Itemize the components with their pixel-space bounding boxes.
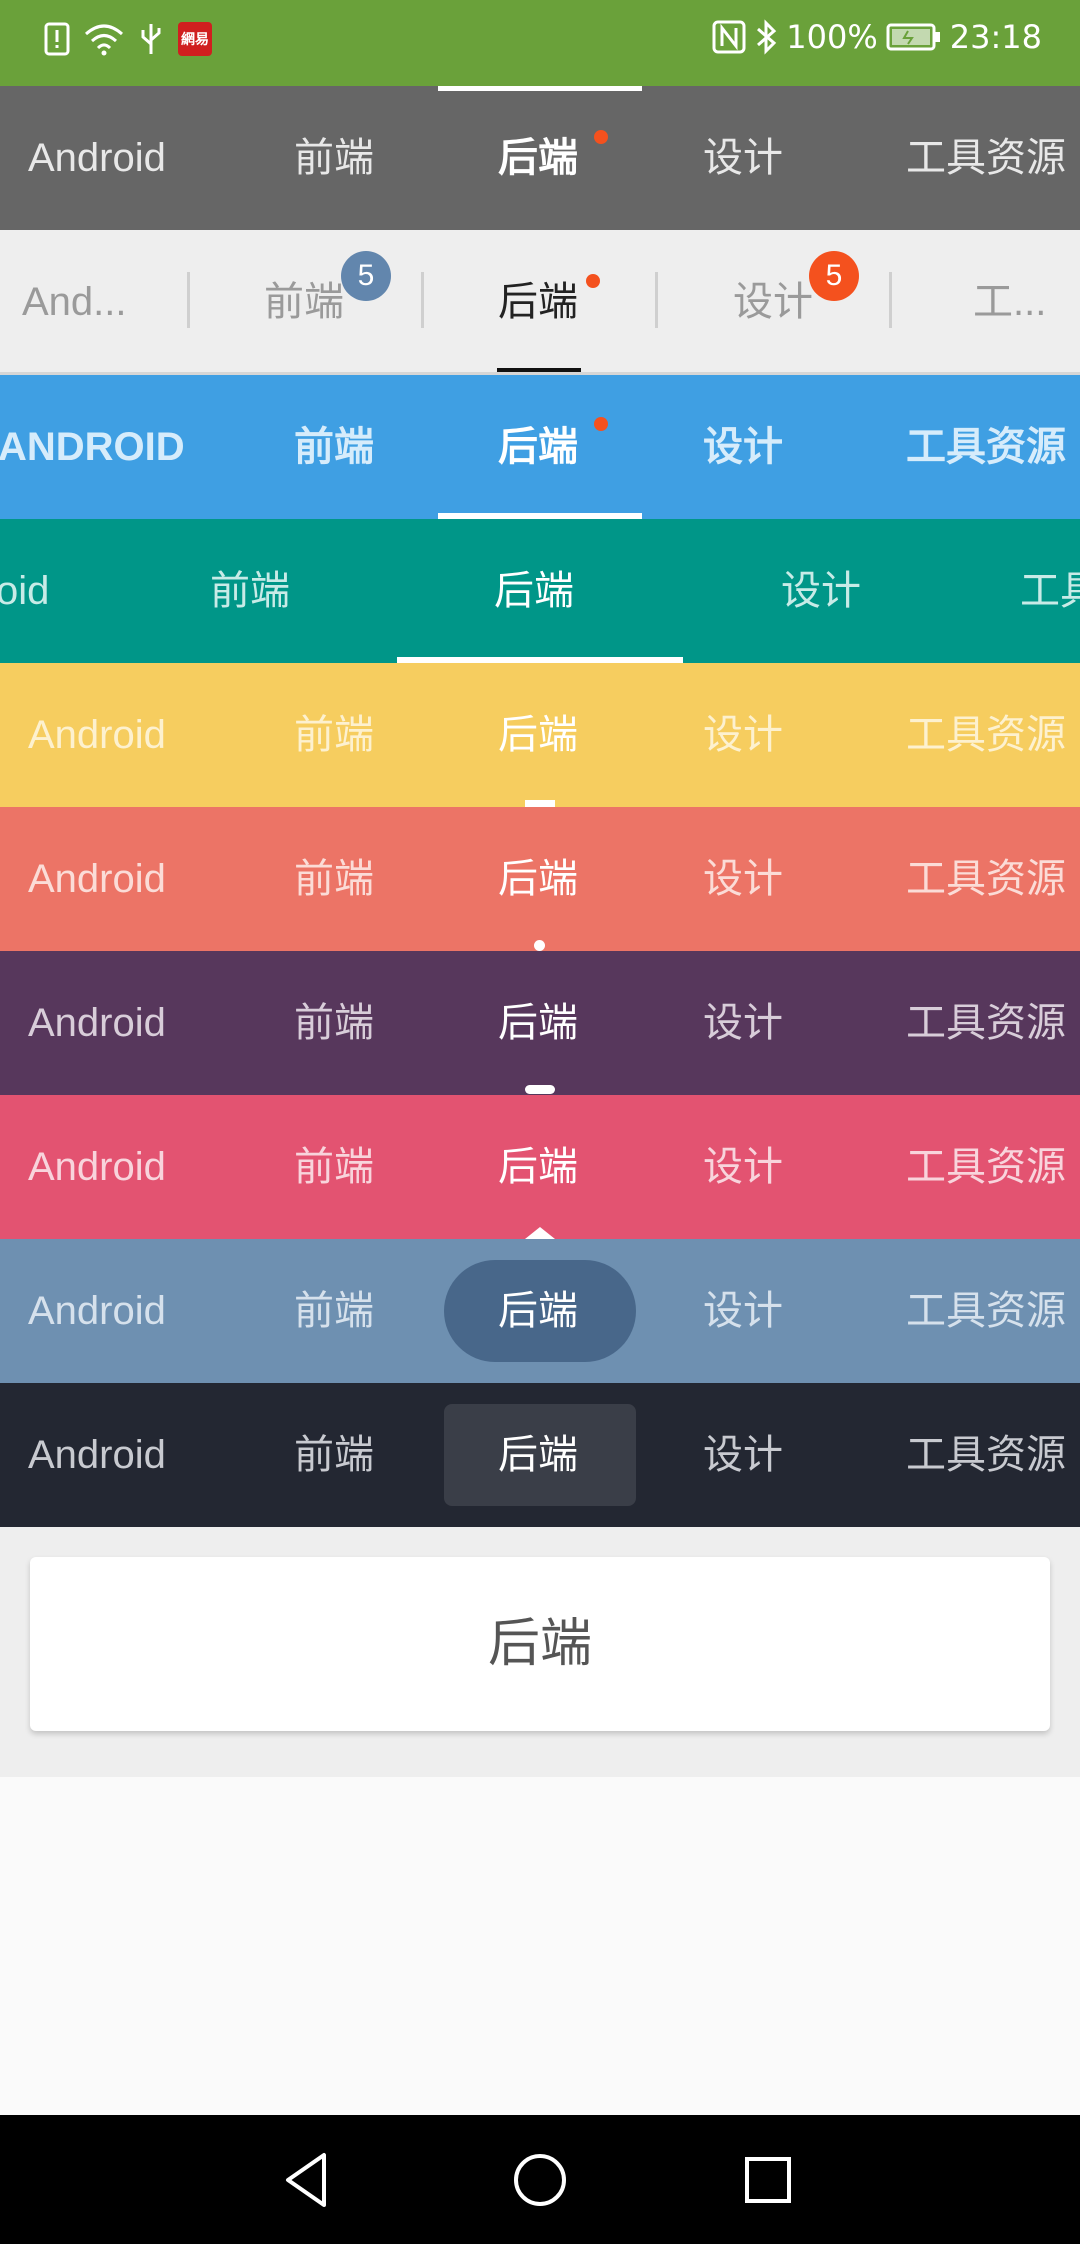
divider [655, 272, 658, 328]
tab-tools[interactable]: 工具资源 [906, 375, 1066, 519]
tab-android[interactable]: oid [0, 519, 49, 663]
tab-frontend[interactable]: 前端 [294, 375, 374, 519]
tab-bar-3: ANDROID 前端 后端 设计 工具资源 [0, 375, 1080, 519]
tab-tools[interactable]: 工具资源 [906, 1383, 1066, 1527]
wifi-icon [85, 24, 123, 56]
tab-android[interactable]: Android [28, 1095, 166, 1239]
tab-android[interactable]: Android [28, 1239, 166, 1383]
tab-tools[interactable]: 工具资源 [906, 1239, 1066, 1383]
divider [889, 272, 892, 328]
tab-design[interactable]: 设计 [703, 951, 783, 1095]
bluetooth-icon [757, 19, 777, 55]
tab-frontend[interactable]: 前端 [294, 807, 374, 951]
tab-frontend[interactable]: 前端 [294, 1239, 374, 1383]
unread-dot [586, 274, 600, 288]
triangle-indicator-icon [525, 1227, 555, 1239]
tab-frontend[interactable]: 前端 [294, 951, 374, 1095]
tab-tools[interactable]: 工具 [1020, 519, 1080, 663]
tab-android[interactable]: Android [28, 663, 166, 807]
tab-tools[interactable]: 工... [973, 230, 1046, 372]
tab-design[interactable]: 设计 [733, 230, 813, 372]
tab-android[interactable]: ANDROID [0, 375, 185, 519]
tab-design[interactable]: 设计 [703, 375, 783, 519]
content-area: 后端 [0, 1527, 1080, 1777]
status-bar: 網易 100% 23:18 [0, 0, 1080, 86]
tab-android[interactable]: Android [28, 1383, 166, 1527]
tab-bar-1: Android 前端 后端 设计 工具资源 [0, 86, 1080, 230]
clock: 23:18 [949, 18, 1042, 56]
navigation-bar [0, 2115, 1080, 2244]
tab-backend[interactable]: 后端 [498, 1383, 578, 1527]
battery-percent: 100% [786, 18, 878, 56]
tab-tools[interactable]: 工具资源 [906, 1095, 1066, 1239]
tab-backend[interactable]: 后端 [498, 375, 578, 519]
divider [187, 272, 190, 328]
tab-indicator [497, 368, 581, 372]
tab-bar-10: Android 前端 后端 设计 工具资源 [0, 1383, 1080, 1527]
tab-android[interactable]: Android [28, 951, 166, 1095]
tab-bar-2: And... 前端 5 后端 设计 5 工... [0, 230, 1080, 375]
back-icon[interactable] [274, 2145, 344, 2215]
tab-backend[interactable]: 后端 [498, 807, 578, 951]
nfc-icon [712, 20, 746, 54]
design-count-badge: 5 [809, 251, 859, 301]
tab-design[interactable]: 设计 [703, 663, 783, 807]
tab-bar-7: Android 前端 后端 设计 工具资源 [0, 951, 1080, 1095]
tab-android[interactable]: Android [28, 86, 166, 230]
tab-tools[interactable]: 工具资源 [906, 86, 1066, 230]
tab-frontend[interactable]: 前端 [264, 230, 344, 372]
tab-design[interactable]: 设计 [703, 1239, 783, 1383]
home-icon[interactable] [505, 2145, 575, 2215]
tab-bar-5: Android 前端 后端 设计 工具资源 [0, 663, 1080, 807]
frontend-count-badge: 5 [341, 251, 391, 301]
tab-design[interactable]: 设计 [781, 519, 861, 663]
app-icon: 網易 [178, 22, 212, 56]
unread-dot [594, 417, 608, 431]
tab-backend[interactable]: 后端 [498, 663, 578, 807]
tab-bar-9: Android 前端 后端 设计 工具资源 [0, 1239, 1080, 1383]
tab-bar-6: Android 前端 后端 设计 工具资源 [0, 807, 1080, 951]
tab-tools[interactable]: 工具资源 [906, 663, 1066, 807]
tab-design[interactable]: 设计 [703, 86, 783, 230]
tab-backend[interactable]: 后端 [498, 86, 578, 230]
tab-tools[interactable]: 工具资源 [906, 807, 1066, 951]
tab-frontend[interactable]: 前端 [210, 519, 290, 663]
tab-indicator [525, 800, 555, 807]
tab-frontend[interactable]: 前端 [294, 1095, 374, 1239]
tab-indicator [534, 940, 545, 951]
tab-design[interactable]: 设计 [703, 1095, 783, 1239]
tab-backend[interactable]: 后端 [498, 230, 578, 372]
tab-frontend[interactable]: 前端 [294, 663, 374, 807]
tab-backend[interactable]: 后端 [498, 951, 578, 1095]
tab-android[interactable]: Android [28, 807, 166, 951]
tab-design[interactable]: 设计 [703, 1383, 783, 1527]
tab-backend[interactable]: 后端 [498, 1095, 578, 1239]
battery-icon [886, 23, 940, 51]
tab-frontend[interactable]: 前端 [294, 86, 374, 230]
tab-tools[interactable]: 工具资源 [906, 951, 1066, 1095]
tab-frontend[interactable]: 前端 [294, 1383, 374, 1527]
tab-bar-8: Android 前端 后端 设计 工具资源 [0, 1095, 1080, 1239]
tab-design[interactable]: 设计 [703, 807, 783, 951]
tab-bar-4: oid 前端 后端 设计 工具 [0, 519, 1080, 663]
usb-icon [141, 24, 161, 54]
tab-backend[interactable]: 后端 [498, 1239, 578, 1383]
tab-backend[interactable]: 后端 [494, 519, 574, 663]
unread-dot [594, 130, 608, 144]
tab-indicator [525, 1085, 555, 1094]
alert-icon [44, 22, 70, 56]
tab-android[interactable]: And... [22, 230, 127, 372]
selected-tab-card: 后端 [30, 1557, 1050, 1731]
recents-icon[interactable] [733, 2145, 803, 2215]
divider [421, 272, 424, 328]
